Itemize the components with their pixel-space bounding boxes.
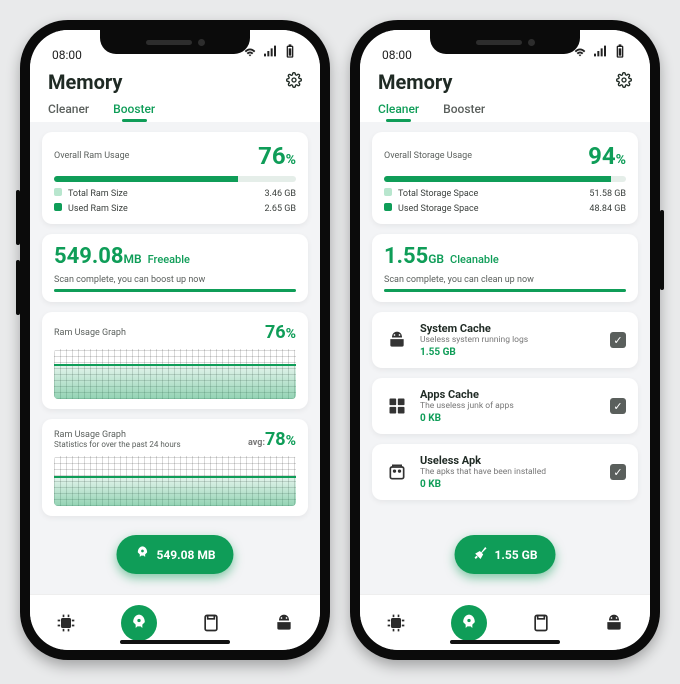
graph2-avg: 78 (265, 429, 286, 450)
home-indicator (120, 640, 230, 644)
clean-item-system-cache[interactable]: System Cache Useless system running logs… (372, 312, 638, 368)
item-title: Apps Cache (420, 388, 600, 401)
ram-usage-title: Overall Ram Usage (54, 151, 129, 161)
rocket-icon (134, 545, 150, 564)
item-title: System Cache (420, 322, 600, 335)
settings-button[interactable] (616, 72, 632, 92)
item-size: 0 KB (420, 413, 600, 424)
total-storage-label: Total Storage Space (398, 189, 478, 199)
scan-progress (384, 289, 626, 292)
tabs: Cleaner Booster (378, 102, 632, 122)
scan-message: Scan complete, you can clean up now (384, 275, 626, 285)
graph1-percent: 76 (265, 322, 286, 343)
storage-usage-percent: 94 (588, 142, 616, 170)
boost-fab[interactable]: 549.08 MB (116, 535, 233, 574)
tabs: Cleaner Booster (48, 102, 302, 122)
tab-booster[interactable]: Booster (113, 102, 155, 122)
page-title: Memory (378, 70, 453, 94)
boost-fab-label: 549.08 MB (156, 548, 215, 562)
checkbox[interactable]: ✓ (610, 464, 626, 480)
nav-storage[interactable] (523, 605, 559, 641)
nav-apps[interactable] (266, 605, 302, 641)
home-indicator (450, 640, 560, 644)
graph1-title: Ram Usage Graph (54, 328, 126, 338)
app-header: Memory Cleaner Booster (30, 64, 320, 122)
tab-booster[interactable]: Booster (443, 102, 485, 122)
total-storage-value: 51.58 GB (589, 189, 626, 199)
total-ram-label: Total Ram Size (68, 189, 128, 199)
item-size: 1.55 GB (420, 347, 600, 358)
cleanable-value: 1.55 (384, 244, 428, 269)
phone-mockup-cleaner: 08:00 Memory Cleaner Booster O (350, 20, 660, 660)
graph2-title: Ram Usage Graph (54, 430, 181, 440)
used-storage-label: Used Storage Space (398, 204, 479, 214)
graph1 (54, 349, 296, 399)
scan-progress (54, 289, 296, 292)
nav-storage[interactable] (193, 605, 229, 641)
cleanable-unit: GB (428, 252, 444, 266)
screen: 08:00 Memory Cleaner Booster O (360, 30, 650, 650)
used-ram-label: Used Ram Size (68, 204, 128, 214)
settings-button[interactable] (286, 72, 302, 92)
page-title: Memory (48, 70, 123, 94)
apps-grid-icon (384, 393, 410, 419)
ram-graph-card-current: Ram Usage Graph 76% (42, 312, 308, 409)
ram-usage-card: Overall Ram Usage 76% Total Ram Size3.46… (42, 132, 308, 224)
item-subtitle: Useless system running logs (420, 335, 600, 345)
checkbox[interactable]: ✓ (610, 332, 626, 348)
scan-message: Scan complete, you can boost up now (54, 275, 296, 285)
screen: 08:00 Memory Cleaner (30, 30, 320, 650)
item-title: Useless Apk (420, 454, 600, 467)
broom-icon (473, 545, 489, 564)
notch (430, 30, 580, 54)
clean-item-apps-cache[interactable]: Apps Cache The useless junk of apps 0 KB… (372, 378, 638, 434)
item-subtitle: The useless junk of apps (420, 401, 600, 411)
storage-usage-title: Overall Storage Usage (384, 151, 472, 161)
storage-usage-card: Overall Storage Usage 94% Total Storage … (372, 132, 638, 224)
tab-cleaner[interactable]: Cleaner (48, 102, 89, 122)
graph2 (54, 456, 296, 506)
ram-usage-percent: 76 (258, 142, 286, 170)
app-header: Memory Cleaner Booster (360, 64, 650, 122)
item-size: 0 KB (420, 479, 600, 490)
phone-mockup-booster: 08:00 Memory Cleaner (20, 20, 330, 660)
nav-apps[interactable] (596, 605, 632, 641)
graph2-subtitle: Statistics for over the past 24 hours (54, 440, 181, 449)
nav-boost[interactable] (121, 605, 157, 641)
item-subtitle: The apks that have been installed (420, 467, 600, 477)
used-ram-value: 2.65 GB (264, 204, 296, 214)
android-icon (384, 327, 410, 353)
ram-graph-card-avg: Ram Usage Graph Statistics for over the … (42, 419, 308, 516)
freeable-value: 549.08 (54, 244, 124, 269)
checkbox[interactable]: ✓ (610, 398, 626, 414)
ram-usage-bar (54, 176, 296, 182)
notch (100, 30, 250, 54)
cleanable-card: 1.55GB Cleanable Scan complete, you can c… (372, 234, 638, 302)
nav-cpu[interactable] (378, 605, 414, 641)
clean-fab[interactable]: 1.55 GB (455, 535, 556, 574)
total-ram-value: 3.46 GB (264, 189, 296, 199)
nav-cpu[interactable] (48, 605, 84, 641)
tab-cleaner[interactable]: Cleaner (378, 102, 419, 122)
clean-fab-label: 1.55 GB (495, 548, 538, 562)
freeable-card: 549.08MB Freeable Scan complete, you can … (42, 234, 308, 302)
cleanable-suffix: Cleanable (450, 253, 499, 266)
used-storage-value: 48.84 GB (589, 204, 626, 214)
clean-item-useless-apk[interactable]: Useless Apk The apks that have been inst… (372, 444, 638, 500)
freeable-unit: MB (124, 252, 142, 266)
storage-usage-bar (384, 176, 626, 182)
freeable-suffix: Freeable (148, 253, 190, 266)
apk-icon (384, 459, 410, 485)
nav-boost[interactable] (451, 605, 487, 641)
